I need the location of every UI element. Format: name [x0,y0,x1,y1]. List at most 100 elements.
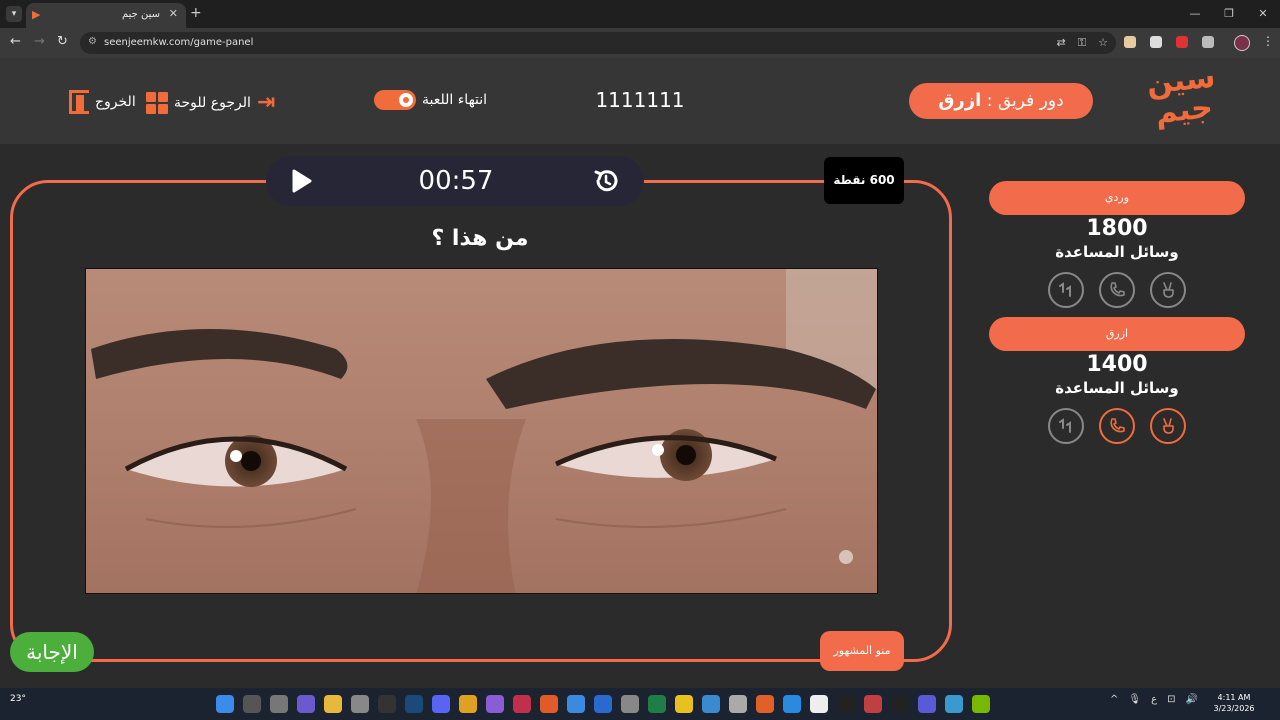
restore-icon[interactable]: ❐ [1212,0,1246,28]
end-game-label: انتهاء اللعبة [422,92,488,108]
system-clock[interactable]: 4:11 AM 3/23/2026 [1206,692,1262,714]
app-icon[interactable] [702,695,720,713]
volume-icon[interactable]: 🔊 [1185,694,1197,705]
close-tab-icon[interactable]: ✕ [169,7,178,20]
address-bar[interactable]: ⚙ seenjeemkw.com/game-panel ⇄ ⚿ ☆ [80,32,1116,54]
timer-display: 00:57 [418,166,494,196]
app-icon[interactable] [729,695,747,713]
hole-aid-button[interactable] [1048,408,1084,444]
turn-team-name: ازرق [938,90,982,111]
turn-label: دور فريق : [986,91,1064,111]
points-badge: 600 نقطة [824,157,904,204]
microphone-icon[interactable]: 🎙 [1128,694,1141,705]
game-code: 1111111 [595,88,685,112]
tab-title: سين جيم [121,9,160,20]
minimize-icon[interactable]: — [1178,0,1212,28]
celebrity-eyes-photo [86,269,877,593]
browser-tab-bar: ▾ ▶ سين جيم ✕ + — ❐ ✕ [0,0,1280,28]
translate-icon[interactable]: ⇄ [1057,36,1066,50]
end-game-toggle[interactable] [374,90,416,110]
settings-icon[interactable] [351,695,369,713]
exit-door-icon [69,90,89,114]
app-icon[interactable] [891,695,909,713]
notepad-icon[interactable] [810,695,828,713]
browser-tab[interactable]: ▶ سين جيم ✕ [26,3,186,28]
app-icon[interactable] [513,695,531,713]
discord-icon[interactable] [432,695,450,713]
timer-bar: 00:57 [266,156,644,206]
app-icon[interactable] [783,695,801,713]
url-text[interactable]: seenjeemkw.com/game-panel [104,37,253,48]
two-answers-aid-button[interactable] [1150,408,1186,444]
team-turn-indicator: دور فريق : ازرق [909,83,1093,119]
hole-icon [1059,282,1071,297]
close-window-icon[interactable]: ✕ [1246,0,1280,28]
browser-toolbar: ← → ↻ ⚙ seenjeemkw.com/game-panel ⇄ ⚿ ☆ … [0,28,1280,58]
input-language[interactable]: ع [1151,694,1157,705]
profile-avatar[interactable] [1234,35,1250,51]
extension-icon[interactable] [1124,36,1136,48]
puzzle-extensions-icon[interactable] [1202,36,1214,48]
call-friend-aid-button[interactable] [1099,408,1135,444]
omnibox-actions: ⇄ ⚿ ☆ [1057,36,1108,50]
back-icon[interactable]: ← [10,34,21,49]
play-icon[interactable] [288,168,314,194]
two-answers-aid-button[interactable] [1150,272,1186,308]
hole-aid-button[interactable] [1048,272,1084,308]
system-tray: ^ 🎙 ع ⊡ 🔊 [1110,694,1198,705]
site-favicon-icon: ▶ [32,8,41,21]
site-info-icon[interactable]: ⚙ [88,36,97,47]
clock-time: 4:11 AM [1217,693,1251,702]
phone-icon [1110,282,1125,297]
file-explorer-icon[interactable] [324,695,342,713]
rockstar-icon[interactable] [459,695,477,713]
epic-games-icon[interactable] [378,695,396,713]
weather-widget[interactable]: 23° [10,694,26,704]
reload-icon[interactable]: ↻ [57,34,68,49]
seen-jeem-logo: سين جيم [1144,59,1217,131]
browser-menu-icon[interactable]: ⋮ [1262,34,1274,48]
teams-icon[interactable] [918,695,936,713]
tab-list-button[interactable]: ▾ [6,6,22,22]
app-icon[interactable] [756,695,774,713]
app-icon[interactable] [864,695,882,713]
reset-timer-icon[interactable] [592,167,620,195]
back-to-board-label: الرجوع للوحة [174,94,251,111]
app-icon[interactable] [675,695,693,713]
brave-icon[interactable] [540,695,558,713]
peace-hand-icon [1163,282,1174,298]
show-answer-button[interactable]: الإجابة [10,632,94,672]
steam-icon[interactable] [405,695,423,713]
chevron-up-icon[interactable]: ^ [1110,694,1118,705]
extension-icon[interactable] [1176,36,1188,48]
exit-button[interactable]: الخروج [69,90,136,114]
os-taskbar: 23° ^ 🎙 ع ⊡ 🔊 4:11 AM 3/23/2026 [0,688,1280,720]
app-icon[interactable] [837,695,855,713]
team-score: 1800 [1086,216,1148,241]
app-icon[interactable] [621,695,639,713]
new-tab-button[interactable]: + [190,5,202,21]
shield-extension-icon[interactable] [1150,36,1162,48]
end-game-control[interactable]: انتهاء اللعبة [374,90,487,110]
search-icon[interactable] [243,695,261,713]
question-title: من هذا ؟ [431,226,529,251]
exit-label: الخروج [95,94,136,110]
forward-icon[interactable]: → [34,34,45,49]
app-icon[interactable] [486,695,504,713]
call-friend-aid-button[interactable] [1099,272,1135,308]
bookmark-star-icon[interactable]: ☆ [1098,36,1108,50]
app-icon[interactable] [945,695,963,713]
task-view-icon[interactable] [270,695,288,713]
nvidia-icon[interactable] [972,695,990,713]
hole-icon [1059,418,1071,433]
start-icon[interactable] [216,695,234,713]
team-score: 1400 [1086,352,1148,377]
app-icon[interactable] [594,695,612,713]
team-name-pill: ازرق [989,317,1245,351]
excel-icon[interactable] [648,695,666,713]
back-to-board-button[interactable]: الرجوع للوحة ⇥ [146,90,275,115]
network-icon[interactable]: ⊡ [1167,694,1175,705]
copilot-icon[interactable] [297,695,315,713]
chrome-icon[interactable] [567,695,585,713]
password-key-icon[interactable]: ⚿ [1078,36,1086,50]
